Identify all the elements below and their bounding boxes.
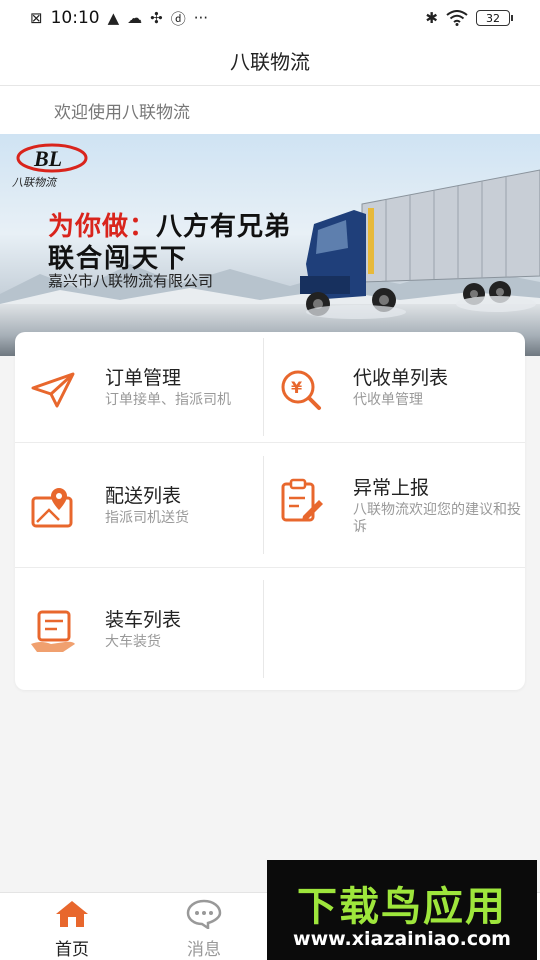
welcome-text: 欢迎使用八联物流 <box>54 102 190 123</box>
clipboard-edit-icon <box>281 478 323 522</box>
status-time: 10:10 <box>50 8 100 28</box>
status-bar: ⊠ 10:10 ▲ ☁ ✣ ⓓ ··· ✱ 32 <box>0 0 540 36</box>
divider-horizontal <box>15 567 525 568</box>
app-d-icon: ⓓ <box>170 9 186 28</box>
page-title-bar: 八联物流 <box>0 36 540 86</box>
menu-title: 异常上报 <box>353 477 430 499</box>
menu-title: 装车列表 <box>105 609 182 631</box>
watermark: 下载鸟应用 www.xiazainiao.com <box>267 860 537 960</box>
logo-subtitle: 八联物流 <box>12 176 56 189</box>
divider-vertical <box>263 338 264 436</box>
status-left: ⊠ 10:10 ▲ ☁ ✣ ⓓ ··· <box>30 8 208 29</box>
menu-title: 代收单列表 <box>353 367 449 389</box>
map-pin-icon <box>31 488 73 528</box>
tab-home[interactable]: 首页 <box>32 899 112 960</box>
tab-messages-label: 消息 <box>187 940 221 960</box>
menu-item-delivery-list[interactable]: 配送列表 指派司机送货 <box>29 484 189 532</box>
menu-subtitle: 指派司机送货 <box>105 510 189 526</box>
paper-plane-icon <box>31 372 75 408</box>
menu-subtitle: 大车装货 <box>105 634 161 650</box>
page-title: 八联物流 <box>230 50 310 74</box>
menu-text: 配送列表 指派司机送货 <box>105 484 189 527</box>
menu-title: 配送列表 <box>105 485 182 507</box>
more-dots-icon: ··· <box>193 9 209 27</box>
cloud-icon: ☁ <box>127 9 143 27</box>
menu-title: 订单管理 <box>105 367 182 389</box>
warning-icon: ▲ <box>107 9 120 27</box>
battery-icon: 32 <box>476 10 513 26</box>
watermark-url: www.xiazainiao.com <box>293 928 511 950</box>
status-right: ✱ 32 <box>425 9 513 27</box>
chat-icon <box>186 899 222 931</box>
svg-text:¥: ¥ <box>291 378 302 397</box>
menu-text: 异常上报 八联物流欢迎您的建议和投诉 <box>353 476 523 536</box>
menu-item-exception-report[interactable]: 异常上报 八联物流欢迎您的建议和投诉 <box>277 476 523 536</box>
logo-text: BL <box>33 146 62 171</box>
truck-graphic <box>300 169 540 319</box>
wifi-icon <box>446 10 468 26</box>
notification-x-icon: ⊠ <box>30 9 43 27</box>
yuan-search-icon: ¥ <box>281 370 321 410</box>
menu-item-collection-list[interactable]: ¥ 代收单列表 代收单管理 <box>277 366 448 414</box>
menu-subtitle: 订单接单、指派司机 <box>105 392 231 408</box>
menu-text: 装车列表 大车装货 <box>105 608 181 651</box>
menu-text: 订单管理 订单接单、指派司机 <box>105 366 231 409</box>
home-icon <box>56 901 88 927</box>
promo-banner[interactable]: BL 八联物流 为你做：八方有兄弟 联合闯天下 嘉兴市八联物流有限公司 <box>0 134 540 356</box>
menu-subtitle: 八联物流欢迎您的建议和投诉 <box>353 502 521 535</box>
function-menu-card: 订单管理 订单接单、指派司机 ¥ 代收单列表 代收单管理 配送列表 指派司机送货 <box>15 332 525 690</box>
watermark-title: 下载鸟应用 <box>297 884 507 930</box>
hand-list-icon <box>31 610 75 652</box>
company-name: 嘉兴市八联物流有限公司 <box>48 272 214 290</box>
menu-text: 代收单列表 代收单管理 <box>353 366 448 409</box>
divider-vertical <box>263 456 264 554</box>
pinwheel-icon: ✣ <box>150 9 163 27</box>
menu-subtitle: 代收单管理 <box>353 392 423 408</box>
divider-vertical <box>263 580 264 678</box>
tab-home-label: 首页 <box>55 940 89 960</box>
divider-horizontal <box>15 442 525 443</box>
welcome-banner-text: 欢迎使用八联物流 <box>0 86 540 134</box>
bluetooth-icon: ✱ <box>425 9 438 27</box>
menu-item-order-management[interactable]: 订单管理 订单接单、指派司机 <box>29 366 231 414</box>
menu-item-loading-list[interactable]: 装车列表 大车装货 <box>29 608 181 656</box>
tab-messages[interactable]: 消息 <box>164 899 244 960</box>
